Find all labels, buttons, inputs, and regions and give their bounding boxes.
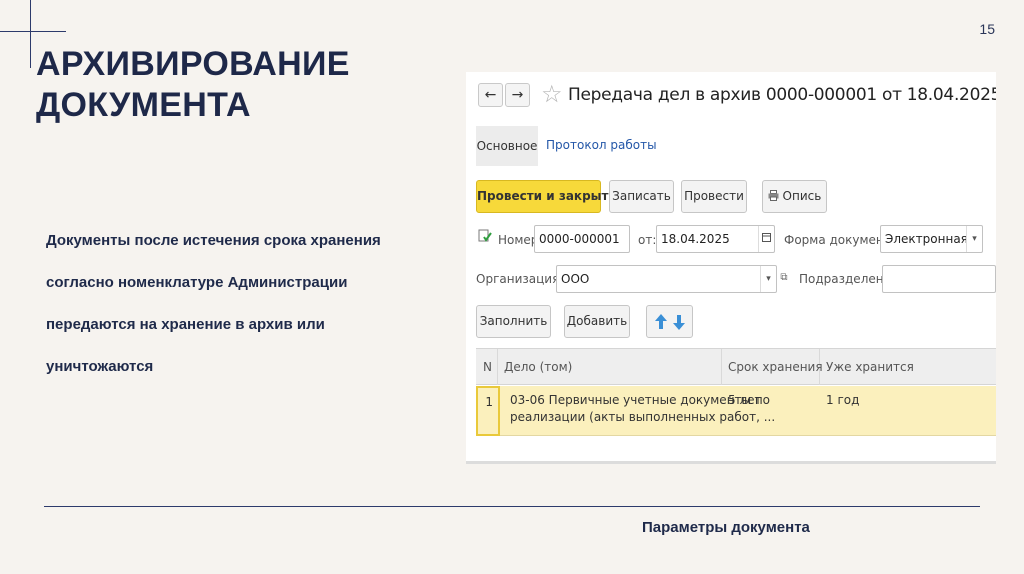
- organization-field[interactable]: ООО ▾: [556, 265, 777, 293]
- print-inventory-label: Опись: [782, 189, 822, 203]
- column-header-case[interactable]: Дело (том): [498, 349, 722, 385]
- document-form-value: Электронная: [885, 232, 968, 246]
- already-stored-cell: 1 год: [826, 393, 860, 407]
- document-status-icon: [478, 229, 492, 242]
- fill-button[interactable]: Заполнить: [476, 305, 551, 338]
- date-field[interactable]: 18.04.2025: [656, 225, 775, 253]
- date-label: от:: [638, 233, 657, 247]
- case-line-2: реализации (акты выполненных работ, ...: [510, 410, 776, 424]
- case-line-1: 03-06 Первичные учетные документы по: [510, 393, 771, 407]
- document-form-select[interactable]: Электронная ▾: [880, 225, 983, 253]
- page-number: 15: [979, 21, 995, 37]
- slide-title: АРХИВИРОВАНИЕ ДОКУМЕНТА: [36, 44, 350, 126]
- corner-decoration-vertical: [30, 0, 31, 68]
- case-cell: 03-06 Первичные учетные документы по реа…: [504, 386, 776, 436]
- table-row[interactable]: 1 03-06 Первичные учетные документы по р…: [476, 386, 996, 436]
- tab-main[interactable]: Основное: [476, 126, 538, 166]
- post-button[interactable]: Провести: [681, 180, 747, 213]
- move-up-arrow-icon[interactable]: [654, 313, 667, 329]
- table-header: N Дело (том) Срок хранения Уже хранится: [476, 349, 996, 385]
- move-down-arrow-icon[interactable]: [672, 314, 685, 330]
- cases-table: N Дело (том) Срок хранения Уже хранится …: [476, 348, 996, 460]
- slide-title-line-1: АРХИВИРОВАНИЕ: [36, 45, 350, 83]
- number-field[interactable]: 0000-000001: [534, 225, 630, 253]
- column-header-n[interactable]: N: [476, 349, 498, 385]
- body-text: Документы после истечения срока хранения…: [46, 228, 456, 396]
- division-field[interactable]: [882, 265, 996, 293]
- dropdown-icon[interactable]: ▾: [760, 266, 776, 292]
- slide-title-line-2: ДОКУМЕНТА: [36, 86, 251, 124]
- tab-work-log[interactable]: Протокол работы: [546, 138, 657, 152]
- document-window-title: Передача дел в архив 0000-000001 от 18.0…: [568, 85, 996, 105]
- bottom-divider: [44, 506, 980, 507]
- back-arrow-icon[interactable]: ←: [478, 83, 503, 107]
- dropdown-icon[interactable]: ▾: [966, 226, 982, 252]
- slide-caption: Параметры документа: [642, 519, 810, 536]
- post-and-close-button[interactable]: Провести и закрыть: [476, 180, 616, 213]
- row-number: 1: [476, 386, 500, 436]
- body-line-2: согласно номенклатуре Администрации: [46, 274, 348, 291]
- save-button[interactable]: Записать: [609, 180, 674, 213]
- body-line-3: передаются на хранение в архив или: [46, 316, 325, 333]
- star-icon[interactable]: ☆: [541, 81, 563, 107]
- storage-term-cell: 5 лет: [728, 393, 762, 407]
- forward-arrow-icon[interactable]: →: [505, 83, 530, 107]
- calendar-icon[interactable]: [758, 226, 774, 252]
- body-line-4: уничтожаются: [46, 358, 154, 375]
- printer-icon: [768, 190, 779, 201]
- organization-value: ООО: [561, 272, 590, 286]
- organization-label: Организация:: [476, 272, 564, 286]
- body-line-1: Документы после истечения срока хранения: [46, 232, 381, 249]
- column-header-storage-term[interactable]: Срок хранения: [722, 349, 823, 385]
- document-form-screenshot: ← → ☆ Передача дел в архив 0000-000001 о…: [466, 72, 996, 464]
- corner-decoration-horizontal: [0, 31, 66, 32]
- move-buttons: [646, 305, 693, 338]
- open-organization-icon[interactable]: ⧉: [778, 272, 790, 284]
- print-inventory-button[interactable]: Опись: [762, 180, 827, 213]
- date-value: 18.04.2025: [661, 232, 730, 246]
- column-header-already-stored[interactable]: Уже хранится: [820, 349, 996, 385]
- add-button[interactable]: Добавить: [564, 305, 630, 338]
